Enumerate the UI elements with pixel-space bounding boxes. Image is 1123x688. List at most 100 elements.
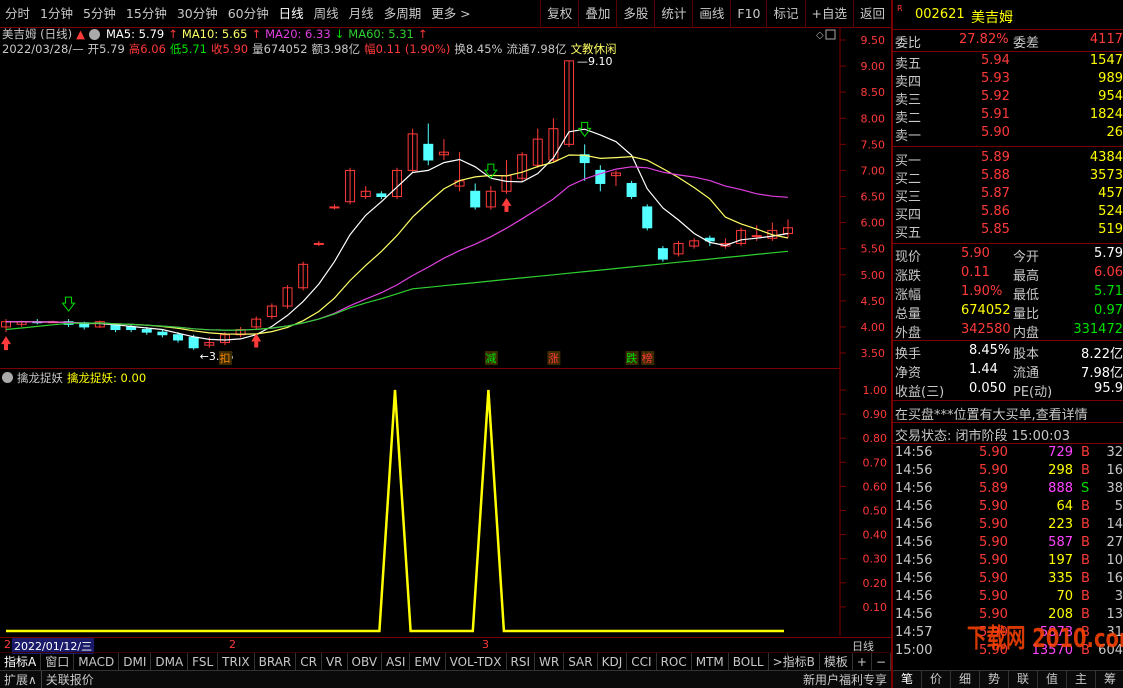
stat-label: 最高 xyxy=(1013,269,1040,284)
window-box-icon[interactable] xyxy=(825,29,836,40)
tool-button-1[interactable]: 叠加 xyxy=(578,0,616,28)
sub-tick-label: 0.70 xyxy=(863,456,888,469)
indicator-tab-11[interactable]: ASI xyxy=(382,652,411,671)
candle-body xyxy=(751,235,762,238)
quote-tab-5[interactable]: 值 xyxy=(1038,671,1067,688)
event-marker[interactable]: 减 xyxy=(485,352,496,365)
tick-side: S xyxy=(1081,481,1090,496)
tick-row: 14:57 5.90 5873 B 31 xyxy=(893,624,1123,643)
bid-volume: 519 xyxy=(1098,222,1123,237)
stat2-value: 1.44 xyxy=(969,362,998,377)
indicator-chart[interactable]: 1.00 0.90 0.80 0.70 0.60 0.50 0.40 0.30 0.20 0.10 xyxy=(0,368,891,636)
tool-button-0[interactable]: 复权 xyxy=(540,0,578,28)
candle-body xyxy=(642,206,653,229)
notice-link[interactable]: 在买盘***位置有大买单,查看详情 xyxy=(895,404,1088,423)
date-axis-num: 2 xyxy=(4,638,11,651)
tool-button-5[interactable]: F10 xyxy=(730,0,766,28)
related-quote-button[interactable]: 关联报价 xyxy=(42,671,98,688)
sub-tick-label: 0.60 xyxy=(863,480,888,493)
kline-chart[interactable]: 9.50 9.00 8.50 8.00 7.50 7.00 6.50 6.00 5.50 5.00… xyxy=(0,28,891,368)
diamond-icon[interactable]: ◇ xyxy=(816,30,824,41)
indicator-tab-0[interactable]: 指标A xyxy=(0,652,42,671)
indicator-tab-18[interactable]: CCI xyxy=(627,652,657,671)
tool-button-3[interactable]: 统计 xyxy=(654,0,692,28)
ask-price: 5.94 xyxy=(981,53,1010,68)
tool-button-2[interactable]: 多股 xyxy=(616,0,654,28)
tick-price: 5.90 xyxy=(979,589,1008,604)
indicator-tab-10[interactable]: OBV xyxy=(348,652,383,671)
indicator-tab-13[interactable]: VOL-TDX xyxy=(446,652,507,671)
date-axis: 2 2022/01/12/三 2 3 日线 xyxy=(0,637,891,654)
stat2-label: PE(动) xyxy=(1013,385,1053,400)
price-tick-label: 8.50 xyxy=(861,86,886,99)
indicator-tab-2[interactable]: MACD xyxy=(74,652,120,671)
indicator-tab-17[interactable]: KDJ xyxy=(598,652,628,671)
tab-5[interactable]: 60分钟 xyxy=(223,0,274,28)
divider xyxy=(893,146,1123,147)
indicator-tab-21[interactable]: BOLL xyxy=(729,652,769,671)
sub-tick-label: 0.50 xyxy=(863,505,888,518)
stat-value: 674052 xyxy=(961,303,1011,318)
indicator-right-0[interactable]: 指标B xyxy=(779,652,820,671)
tool-button-7[interactable]: +自选 xyxy=(804,0,853,28)
indicator-tab-3[interactable]: DMI xyxy=(119,652,152,671)
indicator-right-2[interactable]: + xyxy=(853,652,872,671)
tick-count: 14 xyxy=(1106,517,1123,532)
tab-9[interactable]: 多周期 xyxy=(379,0,427,28)
ask-volume: 26 xyxy=(1106,125,1123,140)
tab-7[interactable]: 周线 xyxy=(309,0,344,28)
stat-value: 5.79 xyxy=(1094,246,1123,261)
quote-tab-0[interactable]: 笔 xyxy=(893,671,922,688)
quote-tab-7[interactable]: 筹 xyxy=(1096,671,1123,688)
stat-value: 1.90% xyxy=(961,284,1003,299)
indicator-tab-15[interactable]: WR xyxy=(535,652,565,671)
tick-price: 5.89 xyxy=(979,481,1008,496)
tool-button-6[interactable]: 标记 xyxy=(766,0,804,28)
tick-volume: 223 xyxy=(1048,517,1073,532)
tool-button-8[interactable]: 返回 xyxy=(852,0,891,28)
promo-link[interactable]: 新用户福利专享 xyxy=(803,671,887,688)
tab-3[interactable]: 15分钟 xyxy=(121,0,172,28)
indicator-tab-5[interactable]: FSL xyxy=(188,652,219,671)
indicator-tab-16[interactable]: SAR xyxy=(564,652,598,671)
indicator-right-3[interactable]: − xyxy=(872,652,891,671)
tick-time: 14:56 xyxy=(895,571,933,586)
tab-6[interactable]: 日线 xyxy=(274,0,309,28)
indicator-tab-19[interactable]: ROC xyxy=(657,652,692,671)
tab-8[interactable]: 月线 xyxy=(344,0,379,28)
quote-tab-6[interactable]: 主 xyxy=(1067,671,1096,688)
tab-4[interactable]: 30分钟 xyxy=(172,0,223,28)
tab-1[interactable]: 1分钟 xyxy=(35,0,78,28)
quote-tab-2[interactable]: 细 xyxy=(951,671,980,688)
indicator-tab-6[interactable]: TRIX xyxy=(218,652,255,671)
indicator-tab-20[interactable]: MTM xyxy=(692,652,729,671)
indicator-tab-8[interactable]: CR xyxy=(296,652,322,671)
tick-volume: 197 xyxy=(1048,553,1073,568)
indicator-tab-9[interactable]: VR xyxy=(322,652,348,671)
indicator-tab-1[interactable]: 窗口 xyxy=(41,652,75,671)
quote-tab-4[interactable]: 联 xyxy=(1009,671,1038,688)
tick-count: 31 xyxy=(1106,625,1123,640)
tab-2[interactable]: 5分钟 xyxy=(78,0,121,28)
tick-row: 15:00 5.90 13570 B 604 xyxy=(893,642,1123,661)
quote-tab-3[interactable]: 势 xyxy=(980,671,1009,688)
indicator-right-1[interactable]: 模板 xyxy=(820,652,853,671)
weicha-value: 4117 xyxy=(1089,32,1123,47)
indicator-tab-7[interactable]: BRAR xyxy=(255,652,297,671)
indicator-tab-4[interactable]: DMA xyxy=(151,652,189,671)
indicator-tab-14[interactable]: RSI xyxy=(507,652,536,671)
event-marker[interactable]: 扣 xyxy=(219,351,230,365)
expand-button[interactable]: 扩展∧ xyxy=(0,671,42,688)
price-tick-label: 9.00 xyxy=(861,60,886,73)
event-marker[interactable]: 跌 xyxy=(626,351,637,365)
tab-10[interactable]: 更多 > xyxy=(426,0,475,28)
weibi-row: 委比 27.82% 委差 4117 xyxy=(893,31,1123,51)
quote-tab-1[interactable]: 价 xyxy=(922,671,951,688)
indicator-tab-12[interactable]: EMV xyxy=(410,652,446,671)
tab-0[interactable]: 分时 xyxy=(0,0,35,28)
bid-price: 5.89 xyxy=(981,150,1010,165)
tick-time: 14:56 xyxy=(895,589,933,604)
event-marker[interactable]: 榜 xyxy=(642,351,653,365)
tool-button-4[interactable]: 画线 xyxy=(692,0,730,28)
event-marker[interactable]: 涨 xyxy=(548,352,559,365)
